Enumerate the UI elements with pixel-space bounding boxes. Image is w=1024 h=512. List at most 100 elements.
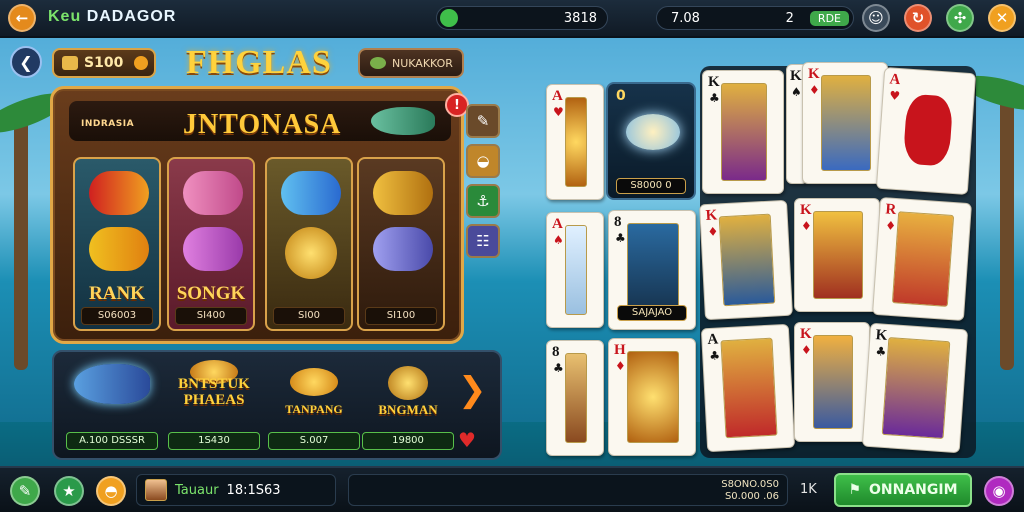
bottle-icon bbox=[373, 227, 433, 271]
card-suit: ♣ bbox=[615, 231, 626, 245]
card-art bbox=[718, 213, 776, 307]
purple-fish-icon bbox=[183, 227, 243, 271]
stat-button[interactable]: RDE bbox=[809, 10, 849, 26]
reel-label: RANK bbox=[89, 283, 145, 304]
player-info[interactable]: Tauaur 18:1S63 bbox=[136, 474, 336, 506]
wallet-short: 1K bbox=[800, 482, 817, 497]
app-title-part-b: DADAGOR bbox=[86, 8, 177, 25]
star-icon[interactable]: ★ bbox=[54, 476, 84, 506]
back-arrow-icon[interactable]: ← bbox=[8, 4, 36, 32]
bonus-name: BNGMAN bbox=[378, 402, 438, 417]
gold-coin-icon bbox=[388, 366, 428, 400]
arrow-icon[interactable]: ❯ bbox=[458, 370, 488, 414]
palm-tree-right bbox=[1000, 90, 1014, 370]
brush-icon[interactable]: ✎ bbox=[466, 104, 500, 138]
refresh-icon[interactable]: ↻ bbox=[904, 4, 932, 32]
bonus-item-3[interactable]: TANPANG S.007 bbox=[266, 358, 362, 454]
bonus-card[interactable]: 0 S8000 0 bbox=[606, 82, 696, 200]
reel-3: SI00 bbox=[265, 157, 353, 331]
bonus-value: 1S430 bbox=[168, 432, 260, 450]
card-rank: 8 bbox=[614, 214, 622, 230]
red-fish-icon bbox=[89, 171, 149, 215]
pink-fish-icon bbox=[183, 171, 243, 215]
close-icon[interactable]: ✕ bbox=[988, 4, 1016, 32]
balance-value: 3818 bbox=[563, 10, 597, 26]
wallet-lines: S8ONO.0S0 S0.000 .06 bbox=[721, 479, 779, 503]
puzzle-icon[interactable]: ✣ bbox=[946, 4, 974, 32]
heart-icon[interactable]: ♥ bbox=[458, 428, 476, 452]
brand-label: NUKAKKOR bbox=[392, 56, 453, 70]
card-suit: ♣ bbox=[709, 91, 720, 105]
brand-pill[interactable]: NUKAKKOR bbox=[358, 48, 464, 78]
playing-card[interactable]: A ♠ bbox=[546, 212, 604, 328]
bag-icon[interactable]: ◓ bbox=[96, 476, 126, 506]
playing-card[interactable]: K ♦ bbox=[802, 62, 888, 184]
stat-pill: 7.08 2 RDE bbox=[656, 6, 854, 30]
card-suit: ♥ bbox=[888, 88, 901, 104]
shell-icon[interactable]: ◒ bbox=[466, 144, 500, 178]
bonus-name: TANPANG bbox=[285, 402, 343, 416]
robot-icon[interactable]: ☷ bbox=[466, 224, 500, 258]
back-button[interactable]: ❮ bbox=[10, 46, 42, 78]
bonus-item-4[interactable]: BNGMAN 19800 bbox=[360, 358, 456, 454]
avatar bbox=[145, 479, 167, 501]
playing-card[interactable]: 8 ♣ bbox=[546, 340, 604, 456]
card-art bbox=[721, 83, 767, 181]
playing-card[interactable]: A ♥ bbox=[875, 66, 977, 196]
playing-card[interactable]: K ♦ bbox=[794, 198, 880, 312]
coins-art bbox=[627, 351, 679, 443]
playing-card[interactable]: K ♣ bbox=[702, 70, 784, 194]
reel-label: SONGK bbox=[176, 283, 246, 304]
action-button[interactable]: ⚑ ONNANGIM bbox=[834, 473, 972, 507]
add-coin-icon[interactable] bbox=[134, 56, 148, 70]
card-rank: A bbox=[552, 216, 563, 232]
card-art bbox=[565, 225, 587, 315]
player-name: Tauaur bbox=[175, 482, 219, 498]
bottom-bar: ✎ ★ ◓ Tauaur 18:1S63 S8ONO.0S0 S0.000 .0… bbox=[0, 466, 1024, 512]
playing-card[interactable]: K ♦ bbox=[699, 199, 793, 321]
bonus-item-1[interactable]: A.100 DSSSR bbox=[64, 358, 160, 454]
game-logo-title: FHGLAS bbox=[186, 44, 332, 81]
hook-icon[interactable]: ⚓ bbox=[466, 184, 500, 218]
card-suit: ♦ bbox=[615, 359, 626, 373]
card-suit: ♣ bbox=[874, 344, 887, 359]
card-art bbox=[821, 75, 871, 171]
card-suit: ♦ bbox=[801, 343, 812, 357]
card-art bbox=[813, 211, 863, 299]
card-art bbox=[565, 97, 587, 187]
card-rank: K bbox=[705, 207, 718, 225]
coin-amount-pill[interactable]: S100 bbox=[52, 48, 156, 78]
gold-shell-icon bbox=[373, 171, 433, 215]
playing-card[interactable]: K ♣ bbox=[861, 322, 969, 454]
playing-card[interactable]: A ♣ bbox=[700, 323, 796, 453]
card-suit: ♦ bbox=[809, 83, 820, 97]
reel-value: S06003 bbox=[81, 307, 153, 325]
bonus-strip: A.100 DSSSR BNTSTUK PHAEAS 1S430 TANPANG… bbox=[52, 350, 502, 460]
slot-sub-label: INDRASIA bbox=[81, 119, 135, 129]
dragon-art bbox=[902, 93, 954, 167]
playing-card[interactable]: R ♦ bbox=[871, 196, 973, 322]
smile-icon[interactable]: ☺ bbox=[862, 4, 890, 32]
card-rank: K bbox=[800, 326, 812, 342]
card-art bbox=[565, 353, 587, 443]
reel-4: SI100 bbox=[357, 157, 445, 331]
playing-card[interactable]: A ♥ bbox=[546, 84, 604, 200]
card-rank: K bbox=[800, 202, 812, 218]
playing-card[interactable]: H ♦ bbox=[608, 338, 696, 456]
bonus-value: 19800 bbox=[362, 432, 454, 450]
turtle-icon bbox=[370, 57, 386, 69]
card-art bbox=[891, 211, 955, 307]
card-suit: ♥ bbox=[553, 105, 564, 119]
card-suit: ♦ bbox=[884, 218, 897, 234]
gold-fish-icon bbox=[89, 227, 149, 271]
reel-2: SONGK SI400 bbox=[167, 157, 255, 331]
stat-value-b: 2 bbox=[785, 10, 794, 26]
playing-card[interactable]: K ♦ bbox=[794, 322, 870, 442]
reel-value: SI00 bbox=[273, 307, 345, 325]
menu-icon[interactable]: ◉ bbox=[984, 476, 1014, 506]
bonus-item-2[interactable]: BNTSTUK PHAEAS 1S430 bbox=[166, 358, 262, 454]
playing-card[interactable]: 8 ♣ SAJAJAO bbox=[608, 210, 696, 330]
bonus-name: BNTSTUK PHAEAS bbox=[178, 376, 250, 408]
card-rank: A bbox=[707, 331, 719, 349]
pencil-icon[interactable]: ✎ bbox=[10, 476, 40, 506]
